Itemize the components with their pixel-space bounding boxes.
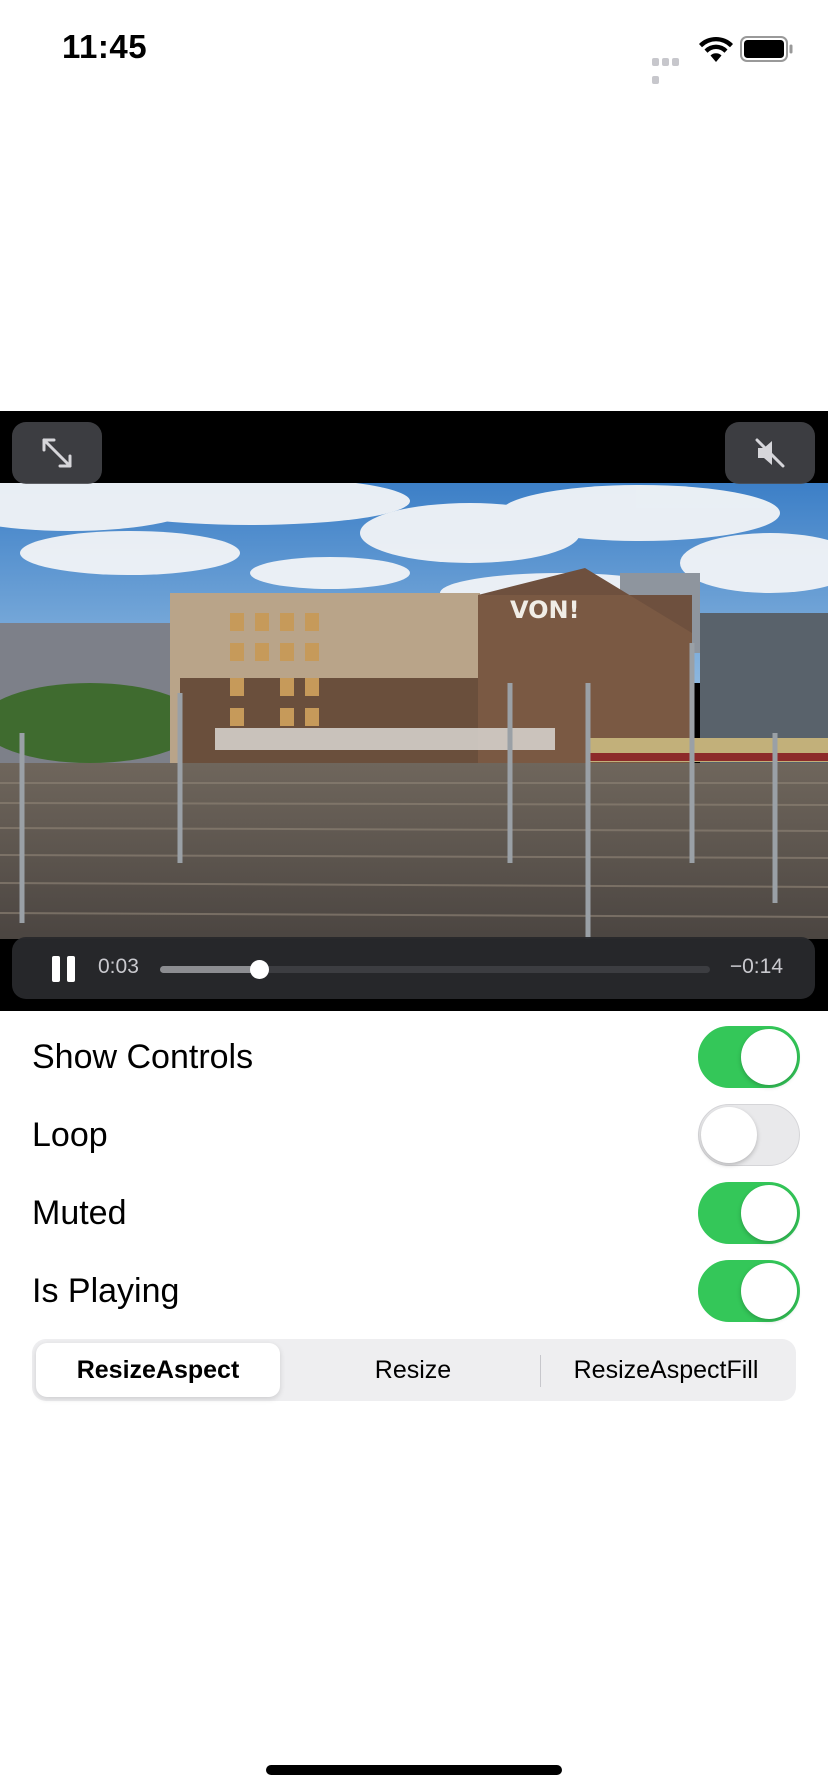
video-player[interactable]: VON! 0:03 −0:14: [0, 411, 828, 1011]
resize-mode-segmented-control: ResizeAspect Resize ResizeAspectFill: [32, 1339, 796, 1401]
show-controls-label: Show Controls: [32, 1038, 254, 1076]
is-playing-label: Is Playing: [32, 1272, 180, 1310]
muted-toggle[interactable]: [698, 1182, 800, 1244]
wifi-icon: [699, 36, 733, 62]
is-playing-toggle[interactable]: [698, 1260, 800, 1322]
status-bar: 11:45: [0, 0, 828, 100]
row-muted: Muted: [0, 1175, 828, 1253]
speaker-muted-icon: [755, 438, 785, 468]
time-elapsed: 0:03: [98, 955, 139, 978]
segment-resize-aspect[interactable]: ResizeAspect: [36, 1343, 280, 1397]
mute-button[interactable]: [725, 422, 815, 484]
time-remaining: −0:14: [729, 955, 783, 978]
video-frame[interactable]: VON!: [0, 483, 828, 939]
battery-icon: [740, 36, 793, 62]
progress-slider[interactable]: [160, 960, 710, 979]
loop-toggle[interactable]: [698, 1104, 800, 1166]
row-is-playing: Is Playing: [0, 1253, 828, 1331]
toggle-knob: [741, 1185, 797, 1241]
toggle-knob: [701, 1107, 757, 1163]
row-loop: Loop: [0, 1097, 828, 1175]
signal-icon: [652, 53, 690, 84]
progress-thumb[interactable]: [250, 960, 269, 979]
toggle-knob: [741, 1029, 797, 1085]
playback-controls: 0:03 −0:14: [12, 937, 815, 999]
status-time: 11:45: [62, 28, 148, 65]
settings-list: Show Controls Loop Muted Is Playing: [0, 1019, 828, 1331]
toggle-knob: [741, 1263, 797, 1319]
home-indicator: [266, 1765, 562, 1775]
fullscreen-button[interactable]: [12, 422, 102, 484]
expand-arrows-icon: [42, 438, 72, 468]
show-controls-toggle[interactable]: [698, 1026, 800, 1088]
muted-label: Muted: [32, 1194, 127, 1232]
progress-fill: [160, 966, 259, 973]
row-show-controls: Show Controls: [0, 1019, 828, 1097]
pause-icon[interactable]: [52, 956, 76, 982]
video-sign-text: VON!: [510, 596, 580, 624]
segment-resize[interactable]: Resize: [286, 1343, 540, 1397]
loop-label: Loop: [32, 1116, 108, 1154]
segment-resize-aspect-fill[interactable]: ResizeAspectFill: [540, 1343, 792, 1397]
